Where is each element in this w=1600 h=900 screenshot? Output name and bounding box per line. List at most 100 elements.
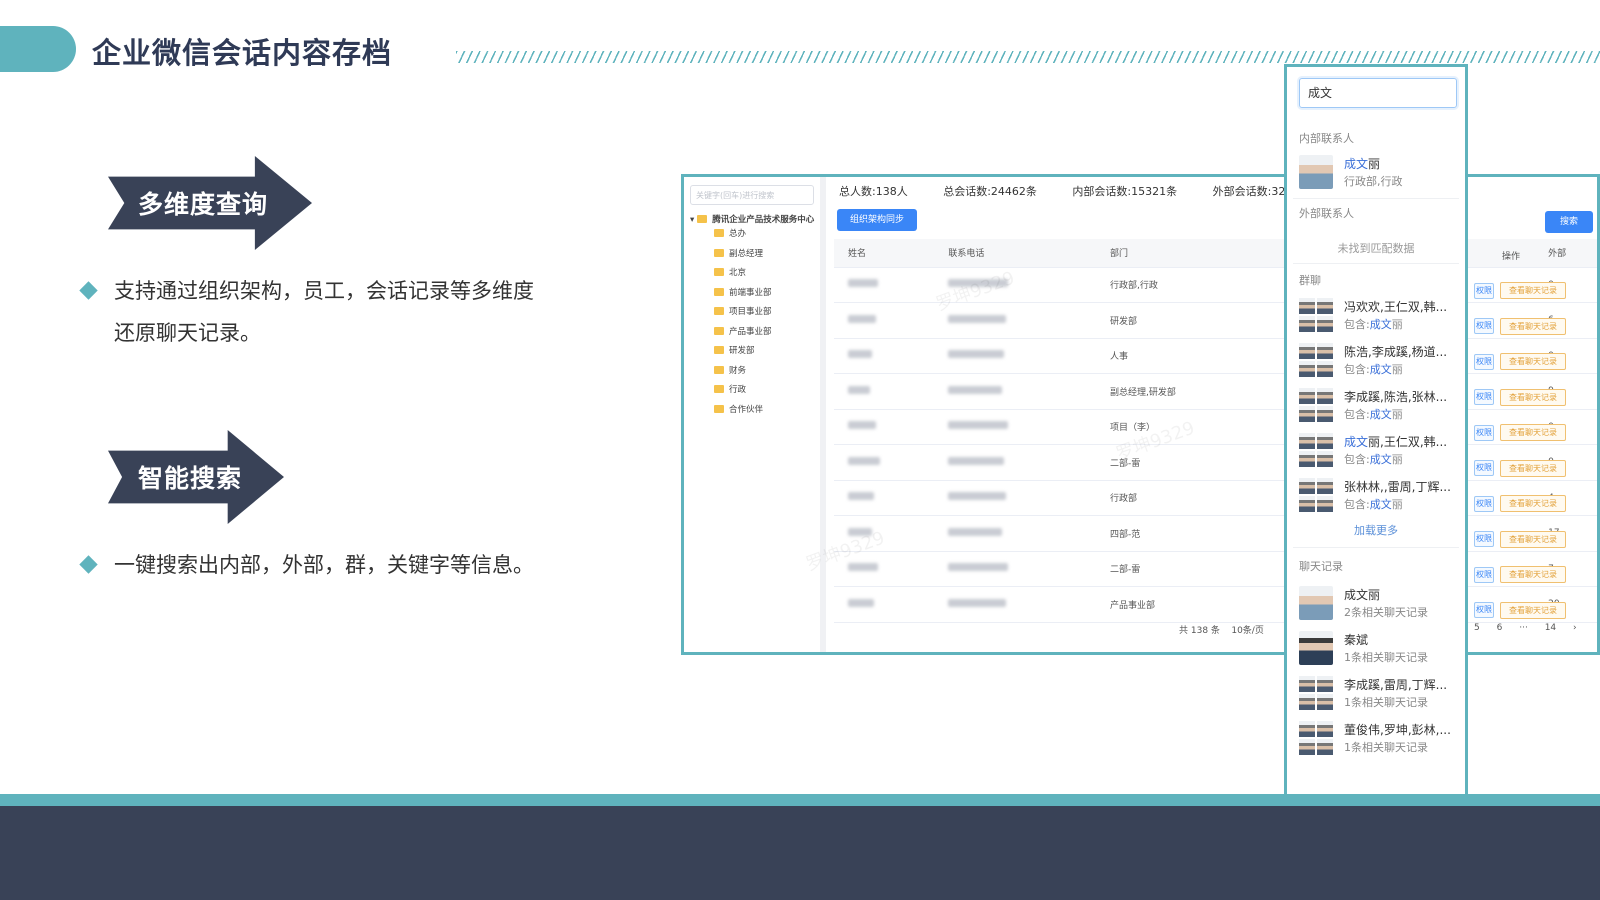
group-chat-item[interactable]: 张林林,,雷周,丁辉... 包含:成文丽 [1299,476,1459,516]
permission-button[interactable]: 权限 [1474,318,1494,335]
folder-icon [714,229,724,237]
group-chat-item[interactable]: 陈浩,李成蹊,杨道... 包含:成文丽 [1299,341,1459,381]
tree-item[interactable]: 北京 [690,264,814,284]
permission-button[interactable]: 权限 [1474,353,1494,370]
chat-record-item[interactable]: 李成蹊,雷周,丁辉... 1条相关聊天记录 [1299,674,1459,714]
internal-contact-item[interactable]: 成文丽 行政部,行政 [1299,153,1459,193]
search-button[interactable]: 搜索 [1545,211,1593,233]
department-cell: 四部-范 [1095,515,1271,552]
name-cell [834,515,935,552]
department-cell: 产品事业部 [1095,586,1271,623]
avatar [1299,721,1333,755]
row-actions-column: 权限 查看聊天记录 权限 查看聊天记录 权限 查看聊天记录 权限 查看聊天记录 权限 查看聊天记录… [1474,273,1594,628]
view-chat-button[interactable]: 查看聊天记录 [1500,459,1566,477]
external-empty-text: 未找到匹配数据 [1337,242,1415,255]
pager-total: 共 138 条 [1179,626,1220,636]
contains-prefix: 包含: [1344,453,1370,466]
tree-item[interactable]: 研发部 [690,342,814,362]
tree-item[interactable]: 副总经理 [690,245,814,265]
operation-column-header: 操作 [1502,252,1521,262]
tree-item-label: 项目事业部 [729,307,772,317]
tree-item[interactable]: 项目事业部 [690,303,814,323]
phone-cell [934,338,1096,374]
tree-item[interactable]: 行政 [690,381,814,401]
tree-item-label: 研发部 [729,346,755,356]
pager-page[interactable]: 14 [1545,623,1556,633]
avatar-tile [1317,433,1333,449]
group-name: 张林林,,雷周,丁辉... [1344,478,1464,495]
tree-item-label: 财务 [729,365,747,376]
view-chat-button[interactable]: 查看聊天记录 [1500,495,1566,513]
avatar-tile [1317,676,1333,692]
tree-item[interactable]: 产品事业部 [690,323,814,343]
redacted-phone [948,598,1007,607]
feature-arrow-smart-search: 智能搜索 [108,430,284,524]
chat-record-item[interactable]: 董俊伟,罗坤,彭林,... 1条相关聊天记录 [1299,719,1459,759]
chat-count: 1条相关聊天记录 [1344,696,1428,709]
folder-icon [714,248,724,257]
group-avatar [1299,478,1333,512]
tree-item[interactable]: 合作伙伴 [690,401,814,421]
redacted-name [848,492,874,501]
phone-cell [934,551,1096,587]
view-chat-button[interactable]: 查看聊天记录 [1500,530,1566,548]
department-cell: 副总经理,研发部 [1095,373,1271,410]
avatar-tile [1299,694,1315,710]
permission-button[interactable]: 权限 [1474,282,1494,299]
contains-prefix: 包含: [1344,408,1370,421]
permission-button[interactable]: 权限 [1474,424,1494,441]
row-actions: 权限 查看聊天记录 [1474,486,1594,522]
pager-size-select[interactable]: 10条/页 [1231,626,1264,636]
load-more-link[interactable]: 加载更多 [1287,522,1465,538]
group-name: 冯欢欢,王仁双,韩... [1344,298,1464,315]
permission-button[interactable]: 权限 [1474,460,1494,477]
avatar-tile [1299,721,1315,737]
tree-root-node[interactable]: ▾ 腾讯企业产品技术服务中心 [690,213,814,225]
view-chat-button[interactable]: 查看聊天记录 [1500,353,1566,371]
view-chat-button[interactable]: 查看聊天记录 [1500,566,1566,584]
pager-page[interactable]: › [1573,623,1577,633]
phone-cell [934,444,1096,481]
group-chat-item[interactable]: 冯欢欢,王仁双,韩... 包含:成文丽 [1299,296,1459,336]
chat-record-item[interactable]: 秦斌 1条相关聊天记录 [1299,629,1459,669]
tree-item[interactable]: 前端事业部 [690,284,814,304]
avatar-tile [1299,433,1315,449]
tree-item-label: 前端事业部 [729,287,772,298]
contains-highlight: 成文 [1369,363,1392,376]
avatar-tile [1317,406,1333,422]
view-chat-button[interactable]: 查看聊天记录 [1500,601,1566,619]
avatar-tile [1317,388,1333,404]
permission-button[interactable]: 权限 [1474,495,1494,512]
group-chat-item[interactable]: 李成蹊,陈浩,张林... 包含:成文丽 [1299,386,1459,426]
redacted-phone [948,492,1007,501]
permission-button[interactable]: 权限 [1474,389,1494,406]
tree-item[interactable]: 总办 [690,225,814,245]
stat-total-sessions: 总会话数:24462条 [943,185,1037,198]
view-chat-button[interactable]: 查看聊天记录 [1500,282,1566,300]
permission-button[interactable]: 权限 [1474,602,1494,619]
chat-record-item[interactable]: 成文丽 2条相关聊天记录 [1299,584,1459,624]
pager-page[interactable]: ··· [1519,623,1528,633]
view-chat-button[interactable]: 查看聊天记录 [1500,424,1566,442]
contains-prefix: 包含: [1344,363,1370,376]
tree-item[interactable]: 财务 [690,362,814,382]
permission-button[interactable]: 权限 [1474,566,1494,583]
tree-search-input[interactable]: 关键字(回车)进行搜索 [690,185,814,205]
tree-item-label: 副总经理 [729,248,764,259]
permission-button[interactable]: 权限 [1474,531,1494,548]
group-chat-item[interactable]: 成文丽,王仁双,韩... 包含:成文丽 [1299,431,1459,471]
name-highlight: 成文 [1344,157,1369,171]
slide: 企业微信会话内容存档 多维度查询 支持通过组织架构，员工，会话记录等多维度 还原… [0,0,1600,900]
department-cell: 人事 [1095,338,1271,374]
pager-page[interactable]: 6 [1497,623,1503,633]
view-chat-button[interactable]: 查看聊天记录 [1500,388,1566,406]
name-rest: 陈浩,李成蹊,杨道... [1344,345,1448,359]
popup-search-input[interactable]: 成文 [1299,78,1457,108]
pager-page[interactable]: 5 [1474,623,1480,633]
name-cell [834,302,935,339]
avatar-tile [1299,739,1315,755]
diamond-bullet-icon [79,555,98,574]
search-results-popup: 成文 内部联系人 成文丽 行政部,行政 外部联系人 未找到匹配数据 群聊 冯欢欢… [1284,64,1468,798]
view-chat-button[interactable]: 查看聊天记录 [1500,317,1566,335]
org-sync-button[interactable]: 组织架构同步 [837,209,917,231]
